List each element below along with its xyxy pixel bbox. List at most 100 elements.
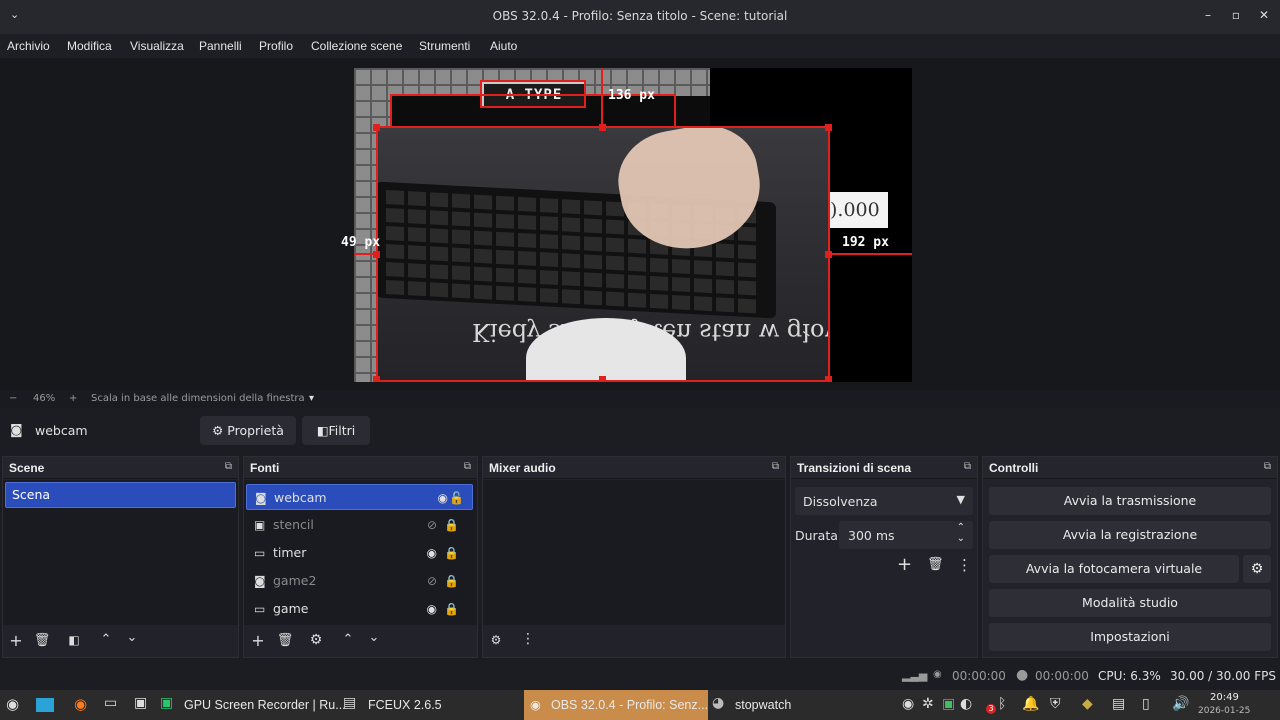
eye-hidden-icon[interactable]: ⊘: [427, 568, 437, 594]
menu-visualizza[interactable]: Visualizza: [130, 39, 184, 53]
more-options-icon[interactable]: ⋮: [519, 631, 537, 647]
shield-icon[interactable]: ⛨: [1050, 696, 1061, 712]
resize-handle-bl[interactable]: [373, 376, 380, 382]
eye-icon[interactable]: ◉: [427, 540, 437, 566]
firefox-icon[interactable]: ◉: [74, 695, 87, 713]
source-item-game[interactable]: ▭ game ◉ 🔒: [246, 596, 467, 622]
undock-icon[interactable]: ⧉: [1264, 461, 1271, 472]
notifications-icon[interactable]: 🔔: [1022, 696, 1039, 712]
trash-icon[interactable]: 🗑: [276, 633, 294, 648]
source-item-webcam[interactable]: ◙ webcam ◉ 🔓: [246, 484, 473, 510]
start-streaming-button[interactable]: Avvia la trasmissione: [989, 487, 1271, 515]
virtual-camera-settings-icon[interactable]: ⚙: [1243, 555, 1271, 583]
clock-time[interactable]: 20:49: [1210, 692, 1239, 703]
menu-aiuto[interactable]: Aiuto: [490, 39, 517, 53]
resize-handle-t[interactable]: [599, 124, 606, 131]
add-transition-button[interactable]: +: [897, 554, 912, 575]
start-menu-icon[interactable]: ◉: [6, 695, 19, 713]
battery-icon[interactable]: ▯: [1142, 696, 1150, 712]
undock-icon[interactable]: ⧉: [464, 461, 471, 472]
banner-outline: [480, 80, 586, 108]
lock-icon[interactable]: 🔒: [444, 568, 459, 594]
transition-select[interactable]: Dissolvenza ▼: [795, 487, 973, 515]
lock-icon[interactable]: 🔒: [444, 540, 459, 566]
eye-hidden-icon[interactable]: ⊘: [427, 512, 437, 538]
undock-icon[interactable]: ⧉: [772, 461, 779, 472]
clock-date[interactable]: 2026-01-25: [1198, 706, 1250, 716]
add-scene-button[interactable]: +: [7, 631, 25, 650]
maximize-button[interactable]: ▫: [1228, 8, 1244, 22]
filters-button[interactable]: ◧Filtri: [302, 416, 370, 445]
menu-profilo[interactable]: Profilo: [259, 39, 293, 53]
resize-handle-tl[interactable]: [373, 124, 380, 131]
lock-open-icon[interactable]: 🔓: [449, 485, 464, 511]
source-item-stencil[interactable]: ▣ stencil ⊘ 🔒: [246, 512, 467, 538]
menu-modifica[interactable]: Modifica: [67, 39, 112, 53]
trash-icon[interactable]: 🗑: [33, 633, 51, 648]
menu-archivio[interactable]: Archivio: [7, 39, 50, 53]
zoom-level: 46%: [33, 393, 56, 404]
undock-icon[interactable]: ⧉: [225, 461, 232, 472]
scale-mode-label[interactable]: Scala in base alle dimensioni della fine…: [91, 393, 305, 404]
scene-filters-icon[interactable]: ◧: [65, 633, 83, 647]
resize-handle-r[interactable]: [825, 251, 832, 258]
settings-button[interactable]: Impostazioni: [989, 623, 1271, 651]
volume-icon[interactable]: 🔊: [1172, 696, 1189, 712]
more-options-icon[interactable]: ⋮: [957, 556, 972, 574]
window-title: OBS 32.0.4 - Profilo: Senza titolo - Sce…: [492, 9, 788, 23]
studio-mode-button[interactable]: Modalità studio: [989, 589, 1271, 617]
menu-strumenti[interactable]: Strumenti: [419, 39, 470, 53]
preview-canvas[interactable]: A-TYPE Kiedy skończy ten stan w głowie m…: [354, 68, 912, 382]
source-item-game2[interactable]: ◙ game2 ⊘ 🔒: [246, 568, 467, 594]
discord-icon[interactable]: ◐: [960, 696, 972, 712]
zoom-in-button[interactable]: +: [69, 393, 77, 404]
network-tray-icon[interactable]: ✲: [922, 696, 934, 712]
menu-pannelli[interactable]: Pannelli: [199, 39, 242, 53]
scenes-dock: Scene ⧉ Scena + 🗑 ◧ ⌃ ⌄: [2, 456, 239, 658]
zoom-out-button[interactable]: −: [9, 393, 17, 404]
start-virtual-camera-button[interactable]: Avvia la fotocamera virtuale: [989, 555, 1239, 583]
add-source-button[interactable]: +: [249, 631, 267, 650]
clipboard-icon[interactable]: ▤: [1112, 696, 1125, 712]
resize-handle-b[interactable]: [599, 376, 606, 382]
chevron-up-icon[interactable]: ⌃: [957, 522, 965, 533]
start-recording-button[interactable]: Avvia la registrazione: [989, 521, 1271, 549]
resize-handle-tr[interactable]: [825, 124, 832, 131]
bluetooth-icon[interactable]: ᛒ: [998, 696, 1006, 712]
lock-icon[interactable]: 🔒: [444, 596, 459, 622]
eye-icon[interactable]: ◉: [427, 596, 437, 622]
properties-button[interactable]: ⚙ Proprietà: [200, 416, 296, 445]
app-tray-icon[interactable]: ◆: [1082, 696, 1093, 712]
move-up-icon[interactable]: ⌃: [97, 632, 115, 647]
gear-icon[interactable]: ⚙: [307, 632, 325, 648]
task-stopwatch[interactable]: stopwatch: [735, 690, 791, 720]
show-desktop-icon[interactable]: [36, 698, 54, 712]
task-obs[interactable]: ◉ OBS 32.0.4 - Profilo: Senz...: [524, 690, 708, 720]
scene-item[interactable]: Scena: [5, 482, 236, 508]
undock-icon[interactable]: ⧉: [964, 461, 971, 472]
app-tray-icon[interactable]: ▣: [942, 696, 955, 712]
menu-collezione-scene[interactable]: Collezione scene: [311, 39, 402, 53]
preview-area[interactable]: A-TYPE Kiedy skończy ten stan w głowie m…: [0, 58, 1280, 390]
trash-icon[interactable]: 🗑: [927, 557, 944, 572]
selection-box[interactable]: [376, 126, 830, 382]
obs-tray-icon[interactable]: ◉: [902, 696, 914, 712]
terminal-icon[interactable]: ▭: [104, 695, 117, 711]
lock-icon[interactable]: 🔒: [444, 512, 459, 538]
source-item-timer[interactable]: ▭ timer ◉ 🔒: [246, 540, 467, 566]
move-up-icon[interactable]: ⌃: [339, 632, 357, 647]
move-down-icon[interactable]: ⌄: [123, 630, 141, 645]
duration-stepper[interactable]: 300 ms ⌃ ⌄: [839, 521, 973, 549]
task-gpu-recorder[interactable]: GPU Screen Recorder | Ru...: [184, 690, 346, 720]
move-down-icon[interactable]: ⌄: [365, 630, 383, 645]
resize-handle-l[interactable]: [373, 251, 380, 258]
task-fceux[interactable]: FCEUX 2.6.5: [368, 690, 442, 720]
scale-mode-dropdown-icon[interactable]: ▾: [309, 393, 314, 404]
advanced-audio-icon[interactable]: ⚙: [487, 633, 505, 647]
eye-icon[interactable]: ◉: [438, 485, 448, 511]
minimize-button[interactable]: –: [1200, 8, 1216, 22]
resize-handle-br[interactable]: [825, 376, 832, 382]
gpu-recorder-icon[interactable]: ▣: [134, 695, 147, 711]
chevron-down-icon[interactable]: ⌄: [957, 533, 965, 544]
close-button[interactable]: ✕: [1256, 8, 1272, 22]
